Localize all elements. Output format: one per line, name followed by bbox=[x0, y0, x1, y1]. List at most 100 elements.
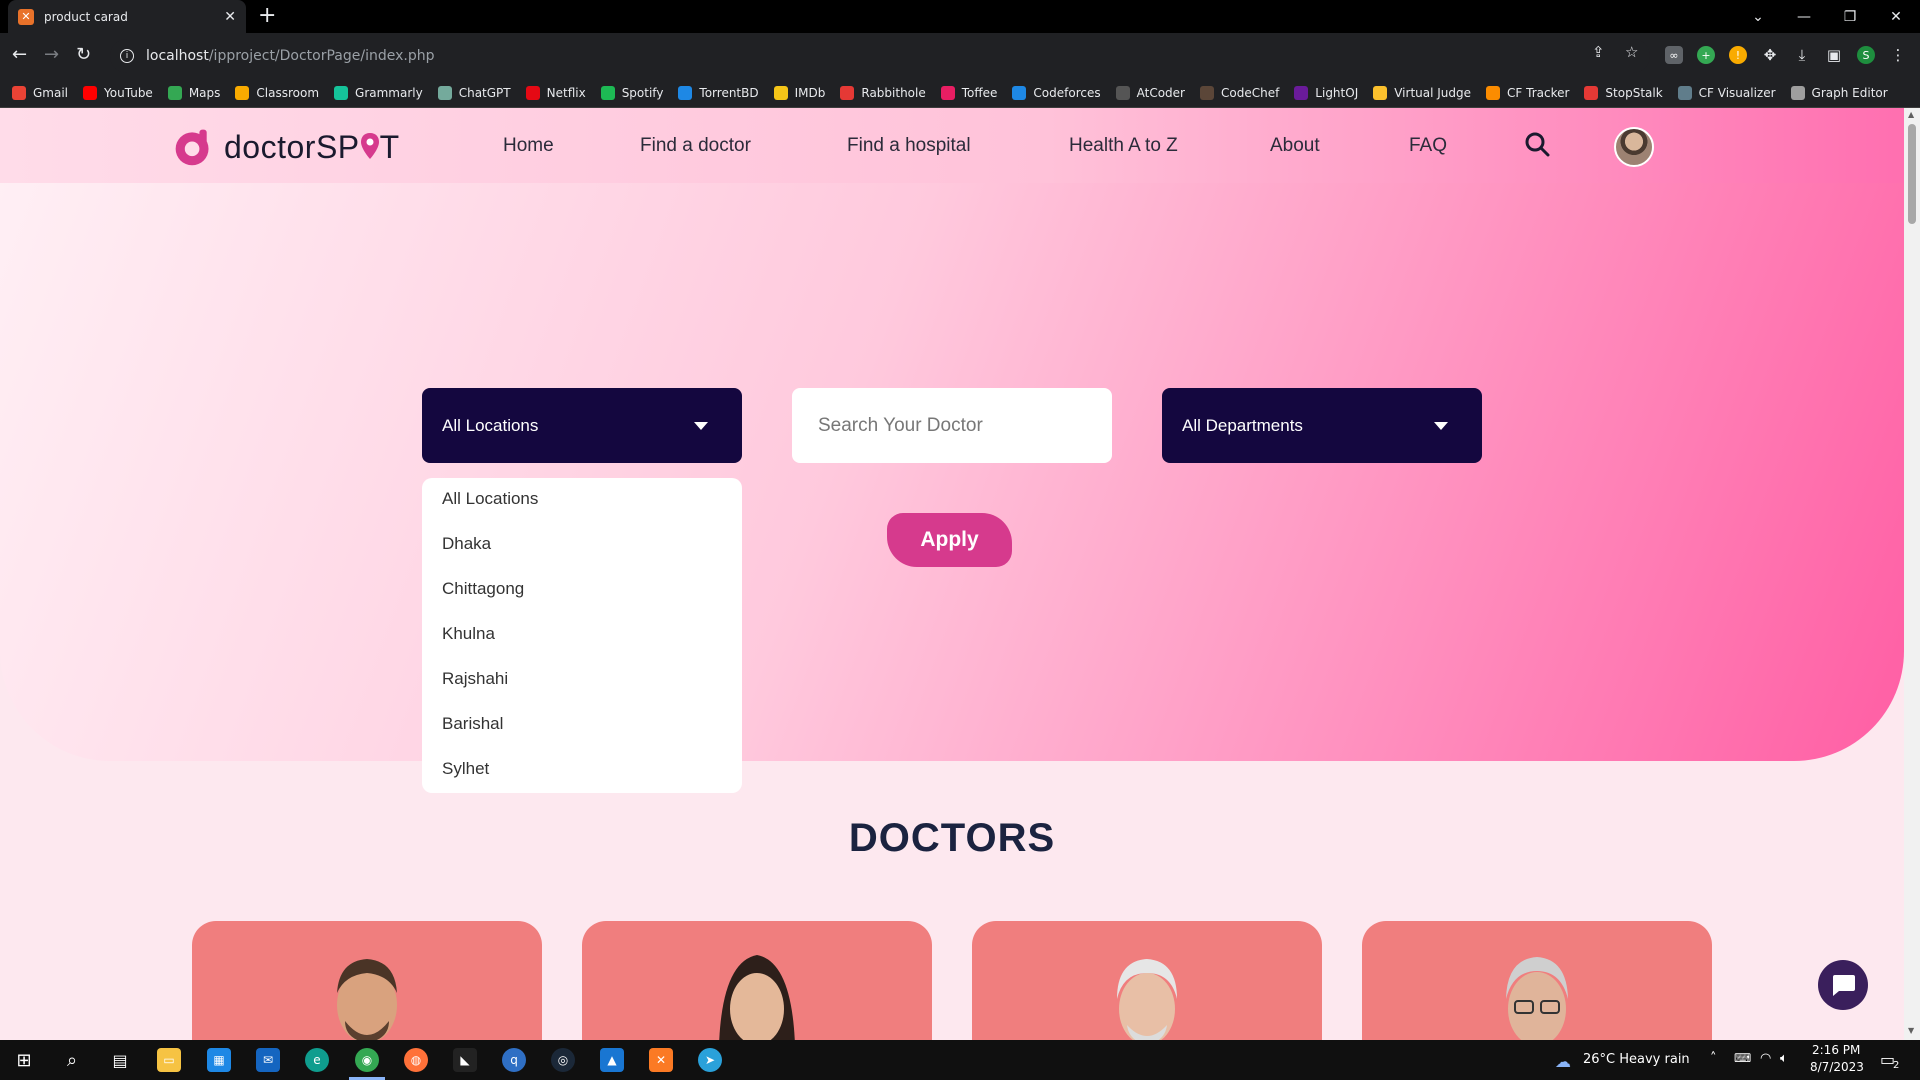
restore-icon[interactable]: ❐ bbox=[1827, 0, 1873, 33]
menu-kebab-icon[interactable]: ⋮ bbox=[1889, 46, 1907, 64]
doctor-card[interactable] bbox=[192, 921, 542, 1040]
bookmark-label: Codeforces bbox=[1033, 85, 1101, 100]
scroll-down-icon[interactable]: ▼ bbox=[1908, 1026, 1914, 1035]
windows-start-icon[interactable]: ⊞ bbox=[12, 1048, 36, 1072]
page-scrollbar[interactable]: ▲ ▼ bbox=[1904, 108, 1920, 1040]
firefox-icon[interactable]: ◍ bbox=[404, 1048, 428, 1072]
tab-search-chevron-icon[interactable]: ⌄ bbox=[1735, 0, 1781, 33]
reload-icon[interactable]: ↻ bbox=[76, 45, 91, 65]
bookmark-item[interactable]: TorrentBD bbox=[678, 85, 759, 100]
location-option[interactable]: Khulna bbox=[422, 619, 742, 664]
lightoj-icon bbox=[1294, 85, 1309, 100]
store-icon[interactable]: ▦ bbox=[207, 1048, 231, 1072]
task-view-icon[interactable]: ▤ bbox=[108, 1048, 132, 1072]
location-option[interactable]: Dhaka bbox=[422, 529, 742, 574]
bookmark-star-icon[interactable]: ☆ bbox=[1625, 43, 1638, 61]
download-icon[interactable]: ⤓ bbox=[1793, 46, 1811, 64]
apply-button[interactable]: Apply bbox=[887, 513, 1012, 567]
nav-find-doctor[interactable]: Find a doctor bbox=[640, 135, 751, 157]
bookmark-item[interactable]: Grammarly bbox=[334, 85, 423, 100]
bookmark-item[interactable]: Netflix bbox=[525, 85, 586, 100]
close-tab-icon[interactable]: ✕ bbox=[224, 9, 236, 25]
bookmark-item[interactable]: CF Tracker bbox=[1486, 85, 1569, 100]
back-icon[interactable]: ← bbox=[12, 45, 27, 65]
extension-glasses-icon[interactable]: ∞ bbox=[1665, 46, 1683, 64]
weather-status[interactable]: 26°C Heavy rain bbox=[1583, 1052, 1690, 1067]
location-option[interactable]: Sylhet bbox=[422, 754, 742, 799]
browser-tab[interactable]: ✕ product carad ✕ bbox=[8, 0, 246, 33]
location-option[interactable]: All Locations bbox=[422, 484, 742, 529]
bookmark-item[interactable]: Classroom bbox=[235, 85, 319, 100]
chrome-icon[interactable]: ◉ bbox=[355, 1048, 379, 1072]
site-info-icon[interactable]: i bbox=[120, 49, 134, 63]
close-window-icon[interactable]: ✕ bbox=[1873, 0, 1919, 33]
site-logo[interactable]: doctorSP T bbox=[170, 126, 400, 168]
address-bar[interactable]: i localhost/ipproject/DoctorPage/index.p… bbox=[110, 39, 1650, 73]
search-icon[interactable] bbox=[1524, 131, 1550, 157]
nav-home[interactable]: Home bbox=[503, 135, 554, 157]
bookmark-item[interactable]: Spotify bbox=[600, 85, 663, 100]
bookmark-item[interactable]: ChatGPT bbox=[437, 85, 511, 100]
forward-icon[interactable]: → bbox=[44, 45, 59, 65]
profile-icon[interactable]: S bbox=[1857, 46, 1875, 64]
side-panel-icon[interactable]: ▣ bbox=[1825, 46, 1843, 64]
bookmark-item[interactable]: Gmail bbox=[12, 85, 68, 100]
nav-about[interactable]: About bbox=[1270, 135, 1320, 157]
bookmark-item[interactable]: Graph Editor bbox=[1790, 85, 1888, 100]
bookmark-item[interactable]: IMDb bbox=[773, 85, 825, 100]
url-path: /ipproject/DoctorPage/index.php bbox=[208, 48, 435, 64]
chat-widget-button[interactable] bbox=[1818, 960, 1868, 1010]
scroll-up-icon[interactable]: ▲ bbox=[1908, 110, 1914, 119]
location-option[interactable]: Chittagong bbox=[422, 574, 742, 619]
doctor-search-input[interactable] bbox=[792, 388, 1112, 463]
mail-icon[interactable]: ✉ bbox=[256, 1048, 280, 1072]
department-select[interactable]: All Departments bbox=[1162, 388, 1482, 463]
qbittorrent-icon[interactable]: q bbox=[502, 1048, 526, 1072]
location-select[interactable]: All Locations bbox=[422, 388, 742, 463]
new-tab-icon[interactable]: + bbox=[258, 4, 276, 28]
telegram-icon[interactable]: ➤ bbox=[698, 1048, 722, 1072]
clock-date[interactable]: 8/7/2023 bbox=[1810, 1060, 1864, 1074]
doctor-card[interactable] bbox=[1362, 921, 1712, 1040]
bookmark-item[interactable]: Codeforces bbox=[1012, 85, 1101, 100]
bookmark-item[interactable]: CodeChef bbox=[1199, 85, 1279, 100]
bookmark-item[interactable]: Virtual Judge bbox=[1373, 85, 1471, 100]
game-app-icon[interactable]: ◣ bbox=[453, 1048, 477, 1072]
search-icon[interactable]: ⌕ bbox=[60, 1048, 84, 1072]
bookmark-item[interactable]: Rabbithole bbox=[840, 85, 926, 100]
extension-green-icon[interactable]: + bbox=[1697, 46, 1715, 64]
edge-icon[interactable]: e bbox=[305, 1048, 329, 1072]
extensions-puzzle-icon[interactable]: ✥ bbox=[1761, 46, 1779, 64]
doctor-card[interactable] bbox=[582, 921, 932, 1040]
bookmark-item[interactable]: AtCoder bbox=[1115, 85, 1185, 100]
nav-find-hospital[interactable]: Find a hospital bbox=[847, 135, 971, 157]
doctor-card[interactable] bbox=[972, 921, 1322, 1040]
user-avatar[interactable] bbox=[1614, 127, 1654, 167]
extension-yellow-icon[interactable]: ! bbox=[1729, 46, 1747, 64]
volume-icon[interactable]: 🔈︎ bbox=[1780, 1051, 1788, 1066]
photos-icon[interactable]: ▲ bbox=[600, 1048, 624, 1072]
nav-health-a-to-z[interactable]: Health A to Z bbox=[1069, 135, 1178, 157]
clock-time[interactable]: 2:16 PM bbox=[1812, 1043, 1860, 1057]
bookmark-item[interactable]: Maps bbox=[167, 85, 220, 100]
tray-chevron-up-icon[interactable]: ˄ bbox=[1710, 1051, 1717, 1066]
location-option[interactable]: Rajshahi bbox=[422, 664, 742, 709]
bookmark-item[interactable]: LightOJ bbox=[1294, 85, 1358, 100]
bookmark-item[interactable]: Toffee bbox=[940, 85, 997, 100]
file-explorer-icon[interactable]: ▭ bbox=[157, 1048, 181, 1072]
bookmark-item[interactable]: CF Visualizer bbox=[1677, 85, 1776, 100]
location-option[interactable]: Barishal bbox=[422, 709, 742, 754]
scrollbar-thumb[interactable] bbox=[1908, 124, 1916, 224]
weather-cloud-icon: ☁ bbox=[1555, 1052, 1571, 1071]
nav-faq[interactable]: FAQ bbox=[1409, 135, 1447, 157]
page-viewport: doctorSP T Home Find a doctor Find a hosp… bbox=[0, 108, 1904, 1040]
share-icon[interactable]: ⇪ bbox=[1592, 43, 1605, 61]
language-icon[interactable]: ⌨ bbox=[1734, 1051, 1751, 1065]
minimize-icon[interactable]: — bbox=[1781, 0, 1827, 33]
bookmark-label: Netflix bbox=[546, 85, 586, 100]
bookmark-item[interactable]: YouTube bbox=[83, 85, 153, 100]
wifi-icon[interactable]: ◠ bbox=[1760, 1051, 1771, 1066]
xampp-icon[interactable]: ✕ bbox=[649, 1048, 673, 1072]
steam-icon[interactable]: ◎ bbox=[551, 1048, 575, 1072]
bookmark-item[interactable]: StopStalk bbox=[1584, 85, 1663, 100]
